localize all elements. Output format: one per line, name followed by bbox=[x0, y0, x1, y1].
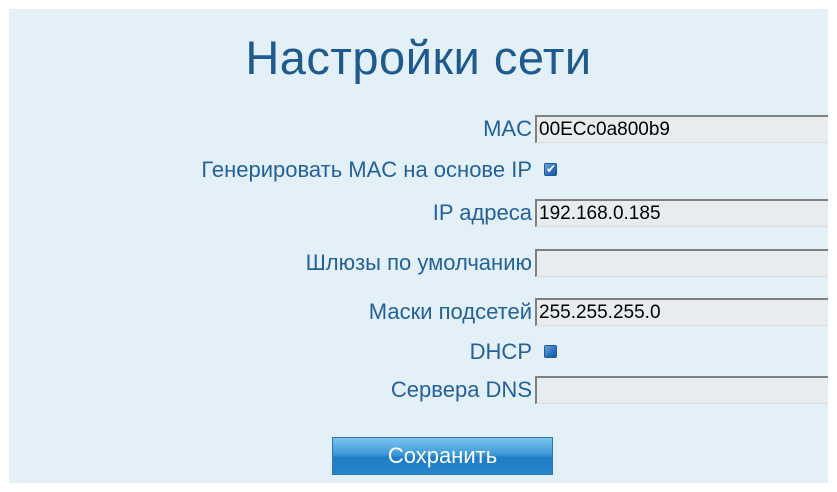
mac-row: MAC bbox=[9, 113, 828, 144]
netmask-input[interactable] bbox=[535, 298, 828, 326]
gen-mac-label: Генерировать MAC на основе IP bbox=[201, 157, 532, 182]
ip-input[interactable] bbox=[535, 199, 828, 227]
mac-input[interactable] bbox=[535, 115, 828, 143]
ip-label: IP адреса bbox=[432, 200, 532, 225]
page-title: Настройки сети bbox=[245, 31, 592, 84]
dns-input[interactable] bbox=[535, 376, 828, 404]
dns-label: Сервера DNS bbox=[390, 377, 532, 402]
dhcp-row: DHCP bbox=[9, 336, 828, 367]
ip-row: IP адреса bbox=[9, 197, 828, 228]
gen-mac-checkbox[interactable]: ✔ bbox=[544, 162, 557, 176]
dhcp-checkbox[interactable] bbox=[544, 345, 557, 358]
save-button[interactable]: Сохранить bbox=[332, 437, 553, 475]
gateway-input[interactable] bbox=[535, 249, 828, 277]
network-settings-panel: Настройки сети MAC Генерировать MAC на о… bbox=[9, 9, 828, 483]
dns-row: Сервера DNS bbox=[9, 374, 828, 405]
checkmark-icon: ✔ bbox=[546, 162, 557, 176]
mac-label: MAC bbox=[483, 116, 532, 141]
gateway-label: Шлюзы по умолчанию bbox=[305, 250, 532, 275]
gen-mac-row: Генерировать MAC на основе IP ✔ bbox=[9, 154, 828, 185]
dhcp-label: DHCP bbox=[469, 339, 532, 364]
netmask-label: Маски подсетей bbox=[368, 299, 532, 324]
netmask-row: Маски подсетей bbox=[9, 296, 828, 327]
gateway-row: Шлюзы по умолчанию bbox=[9, 247, 828, 278]
